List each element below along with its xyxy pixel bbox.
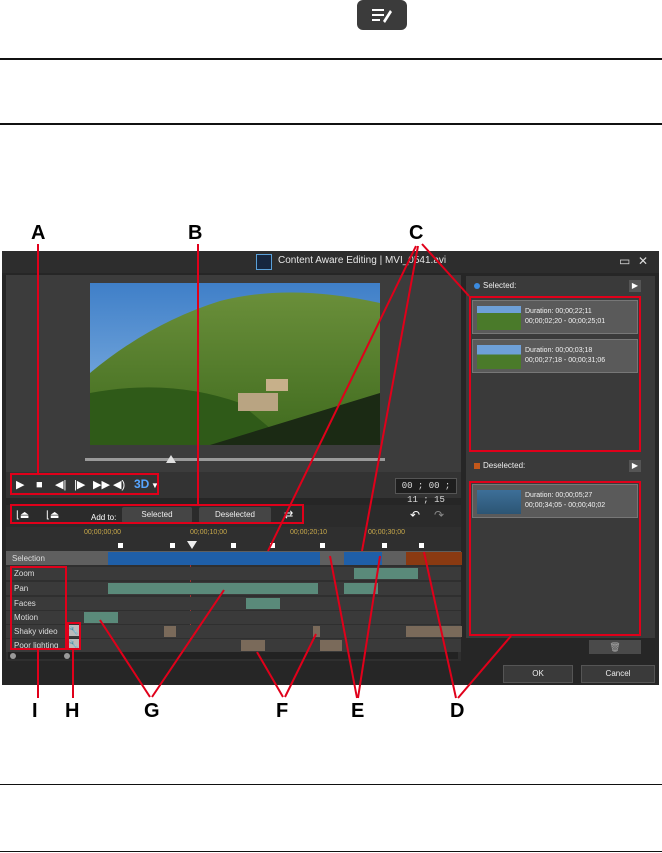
callout-lines [37, 243, 512, 699]
